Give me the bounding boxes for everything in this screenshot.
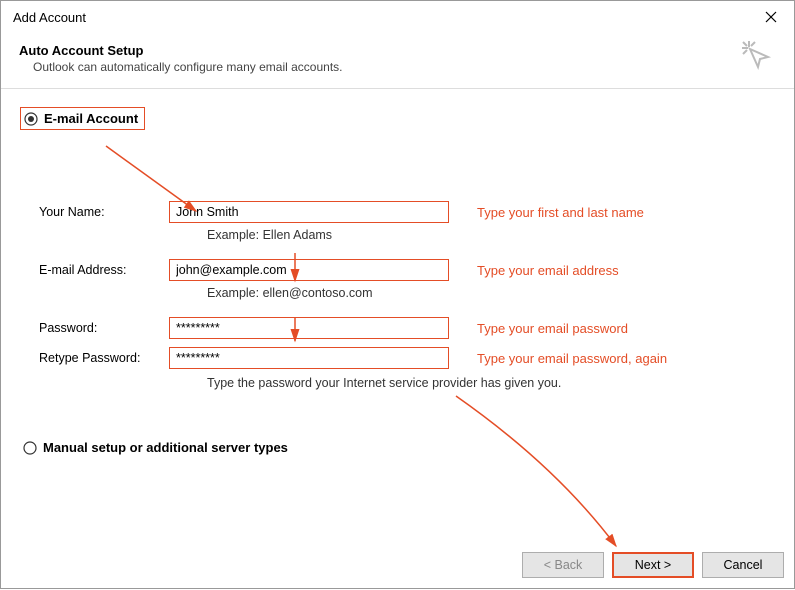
field-row-password: Password: Type your email password xyxy=(39,316,780,340)
label-email: E-mail Address: xyxy=(39,263,169,277)
header-title: Auto Account Setup xyxy=(19,43,776,58)
titlebar: Add Account xyxy=(1,1,794,33)
window-title: Add Account xyxy=(13,10,86,25)
label-retype: Retype Password: xyxy=(39,351,169,365)
field-row-name: Your Name: Type your first and last name xyxy=(39,200,780,224)
input-retype[interactable] xyxy=(169,347,449,369)
next-button[interactable]: Next > xyxy=(612,552,694,578)
wizard-footer: < Back Next > Cancel xyxy=(522,552,784,578)
input-name[interactable] xyxy=(169,201,449,223)
cancel-button[interactable]: Cancel xyxy=(702,552,784,578)
radio-selected-icon xyxy=(24,112,38,126)
wizard-header: Auto Account Setup Outlook can automatic… xyxy=(1,33,794,80)
input-email[interactable] xyxy=(169,259,449,281)
input-password[interactable] xyxy=(169,317,449,339)
radio-manual-setup[interactable]: Manual setup or additional server types xyxy=(23,440,780,455)
password-help-text: Type the password your Internet service … xyxy=(207,376,780,390)
example-name: Example: Ellen Adams xyxy=(207,228,780,242)
close-icon xyxy=(765,11,777,23)
hint-email: Type your email address xyxy=(477,263,619,278)
hint-password: Type your email password xyxy=(477,321,628,336)
label-name: Your Name: xyxy=(39,205,169,219)
radio-unselected-icon xyxy=(23,441,37,455)
back-button: < Back xyxy=(522,552,604,578)
label-password: Password: xyxy=(39,321,169,335)
hint-name: Type your first and last name xyxy=(477,205,644,220)
hint-retype: Type your email password, again xyxy=(477,351,667,366)
header-subtitle: Outlook can automatically configure many… xyxy=(33,60,776,74)
form-fields: Your Name: Type your first and last name… xyxy=(39,200,780,390)
add-account-dialog: Add Account Auto Account Setup Outlook c… xyxy=(0,0,795,589)
close-button[interactable] xyxy=(748,1,794,33)
wizard-cursor-icon xyxy=(740,39,774,76)
radio-email-account[interactable]: E-mail Account xyxy=(20,107,145,130)
field-row-email: E-mail Address: Type your email address xyxy=(39,258,780,282)
radio-email-label: E-mail Account xyxy=(44,111,138,126)
example-email: Example: ellen@contoso.com xyxy=(207,286,780,300)
field-row-retype: Retype Password: Type your email passwor… xyxy=(39,346,780,370)
wizard-body: E-mail Account Your Name: Type your firs… xyxy=(1,89,794,455)
radio-manual-label: Manual setup or additional server types xyxy=(43,440,288,455)
